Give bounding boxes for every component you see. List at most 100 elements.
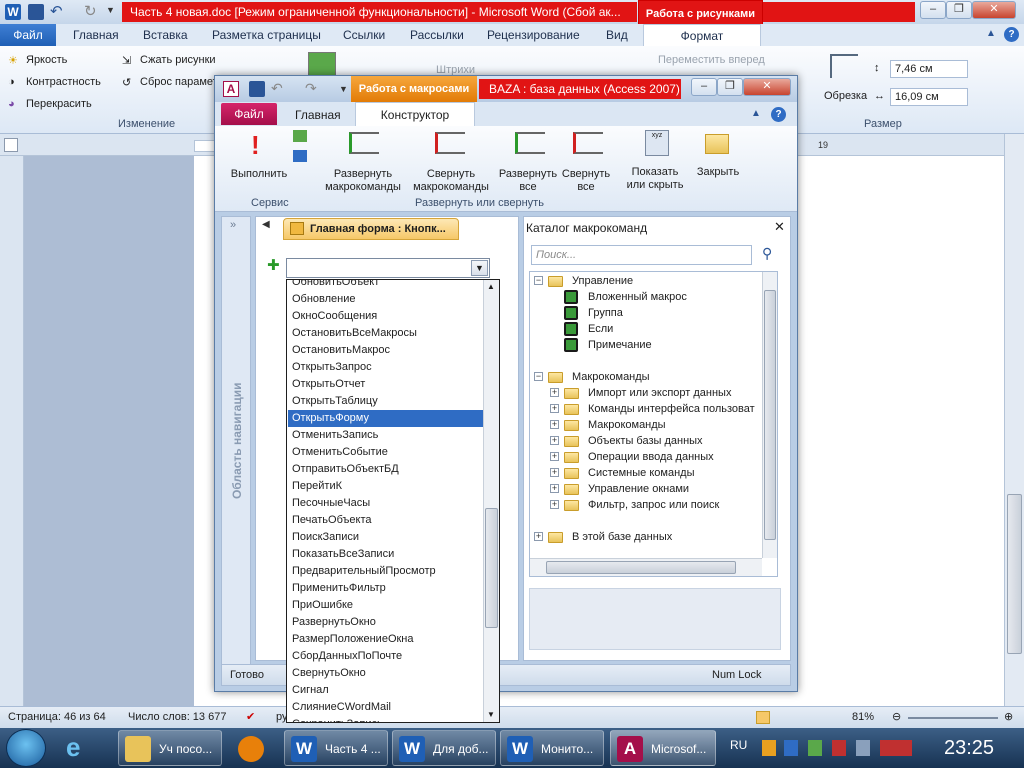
- dropdown-item[interactable]: ПриОшибке: [288, 597, 483, 614]
- clock[interactable]: 23:25: [944, 737, 994, 760]
- internet-explorer-icon[interactable]: e: [66, 732, 80, 763]
- tree-node-control[interactable]: Управление: [572, 273, 633, 289]
- brightness-button[interactable]: Яркость: [26, 54, 67, 66]
- taskbar-item-word-2[interactable]: W Для доб...: [392, 730, 496, 766]
- word-app-icon[interactable]: W: [5, 4, 21, 20]
- word-close-button[interactable]: ✕: [972, 1, 1016, 19]
- crop-button[interactable]: Обрезка: [824, 90, 867, 102]
- dropdown-item[interactable]: ОстановитьМакрос: [288, 342, 483, 359]
- customize-qat-icon[interactable]: ▼: [106, 5, 115, 15]
- dropdown-item[interactable]: ОкноСообщения: [288, 308, 483, 325]
- ribbon-minimize-icon[interactable]: ▲: [751, 108, 761, 119]
- tree-node-import-export[interactable]: Импорт или экспорт данных: [588, 385, 731, 401]
- dropdown-item[interactable]: ПредварительныйПросмотр: [288, 563, 483, 580]
- dropdown-item[interactable]: Сигнал: [288, 682, 483, 699]
- tree-node-db-objects[interactable]: Объекты базы данных: [588, 433, 703, 449]
- dropdown-item[interactable]: ПоискЗаписи: [288, 529, 483, 546]
- expand-icon[interactable]: +: [550, 436, 559, 445]
- tray-icons[interactable]: [762, 740, 912, 756]
- language-indicator[interactable]: RU: [730, 738, 747, 752]
- redo-icon[interactable]: ↷: [305, 80, 317, 97]
- word-tab-file[interactable]: Файл: [0, 24, 56, 46]
- tree-node-nested-macro[interactable]: Вложенный макрос: [588, 289, 687, 305]
- dropdown-item[interactable]: РазвернутьОкно: [288, 614, 483, 631]
- taskbar-item-folder[interactable]: Уч посо...: [118, 730, 222, 766]
- tree-node-macro-commands[interactable]: Макрокоманды: [588, 417, 666, 433]
- scroll-up-icon[interactable]: ▲: [487, 282, 495, 291]
- word-maximize-button[interactable]: ❐: [946, 1, 972, 19]
- dropdown-item[interactable]: СохранитьЗапись: [288, 716, 483, 722]
- access-app-icon[interactable]: A: [223, 81, 239, 97]
- spellcheck-icon[interactable]: ✔: [246, 710, 255, 723]
- expand-icon[interactable]: +: [550, 404, 559, 413]
- doc-tab-main-form[interactable]: Главная форма : Кнопк...: [283, 218, 459, 240]
- collapse-actions-button[interactable]: Свернуть макрокоманды: [409, 168, 493, 194]
- tree-node-data-entry[interactable]: Операции ввода данных: [588, 449, 714, 465]
- status-word-count[interactable]: Число слов: 13 677: [128, 711, 226, 723]
- scroll-down-icon[interactable]: ▼: [487, 710, 495, 719]
- zoom-slider[interactable]: [908, 717, 998, 719]
- word-minimize-button[interactable]: –: [920, 1, 946, 19]
- undo-icon[interactable]: ↶: [271, 80, 283, 97]
- dropdown-item[interactable]: СборДанныхПоПочте: [288, 648, 483, 665]
- word-tab-home[interactable]: Главная: [73, 28, 119, 42]
- tree-node-group[interactable]: Группа: [588, 305, 623, 321]
- reset-picture-button[interactable]: Сброс парамет: [140, 76, 218, 88]
- dropdown-item[interactable]: ОткрытьЗапрос: [288, 359, 483, 376]
- word-tab-view[interactable]: Вид: [606, 28, 628, 42]
- word-tab-page-layout[interactable]: Разметка страницы: [212, 28, 321, 42]
- word-tab-insert[interactable]: Вставка: [143, 28, 188, 42]
- single-step-icon[interactable]: [293, 130, 307, 142]
- dropdown-item[interactable]: ОтправитьОбъектБД: [288, 461, 483, 478]
- dropdown-item[interactable]: СвернутьОкно: [288, 665, 483, 682]
- ribbon-minimize-icon[interactable]: ▲: [986, 28, 996, 39]
- media-player-icon[interactable]: [238, 736, 264, 762]
- start-button[interactable]: [6, 729, 46, 767]
- tree-node-ui-commands[interactable]: Команды интерфейса пользоват: [588, 401, 755, 417]
- dropdown-scrollbar[interactable]: ▲ ▼: [483, 280, 499, 722]
- tree-node-comment[interactable]: Примечание: [588, 337, 652, 353]
- status-page[interactable]: Страница: 46 из 64: [8, 711, 106, 723]
- dropdown-item[interactable]: ОткрытьОтчет: [288, 376, 483, 393]
- add-action-icon[interactable]: ✚: [267, 256, 280, 274]
- dropdown-item[interactable]: СлияниеCWordMail: [288, 699, 483, 716]
- access-tab-home[interactable]: Главная: [295, 108, 341, 122]
- taskbar-item-access[interactable]: A Microsof...: [610, 730, 716, 766]
- tab-scroll-left-icon[interactable]: ◀: [262, 219, 270, 230]
- customize-qat-icon[interactable]: ▼: [339, 84, 348, 94]
- taskbar-item-word-3[interactable]: W Монито...: [500, 730, 604, 766]
- help-icon[interactable]: ?: [771, 107, 786, 122]
- tree-node-if[interactable]: Если: [588, 321, 613, 337]
- undo-icon[interactable]: ↶: [50, 2, 63, 20]
- ruler-tab-selector[interactable]: [4, 138, 18, 152]
- scroll-thumb[interactable]: [485, 508, 498, 628]
- dropdown-item[interactable]: ОбновитьОбъект: [288, 280, 483, 291]
- collapse-icon[interactable]: −: [534, 372, 543, 381]
- expand-actions-button[interactable]: Развернуть макрокоманды: [321, 168, 405, 194]
- dropdown-arrow-icon[interactable]: ▼: [471, 260, 488, 276]
- scroll-thumb[interactable]: [1007, 494, 1022, 654]
- save-icon[interactable]: [249, 81, 265, 97]
- action-dropdown-list[interactable]: ОбновитьОбъект Обновление ОкноСообщения Ост…: [286, 279, 500, 723]
- expand-icon[interactable]: +: [534, 532, 543, 541]
- contrast-button[interactable]: Контрастность: [26, 76, 101, 88]
- dropdown-item[interactable]: ПерейтиК: [288, 478, 483, 495]
- expand-icon[interactable]: +: [550, 452, 559, 461]
- expand-icon[interactable]: +: [550, 500, 559, 509]
- collapse-all-button[interactable]: Свернуть все: [559, 168, 613, 194]
- zoom-out-icon[interactable]: ⊖: [892, 710, 901, 723]
- show-hide-button[interactable]: Показать или скрыть: [619, 166, 691, 192]
- dropdown-item[interactable]: ОтменитьСобытие: [288, 444, 483, 461]
- height-input[interactable]: 7,46 см: [890, 60, 968, 78]
- word-tab-format[interactable]: Формат: [643, 24, 761, 47]
- dropdown-item[interactable]: ПрименитьФильтр: [288, 580, 483, 597]
- zoom-in-icon[interactable]: ⊕: [1004, 710, 1013, 723]
- tree-node-actions[interactable]: Макрокоманды: [572, 369, 650, 385]
- dropdown-item[interactable]: ОстановитьВсеМакросы: [288, 325, 483, 342]
- word-tab-review[interactable]: Рецензирование: [487, 28, 580, 42]
- scroll-thumb[interactable]: [764, 290, 776, 540]
- tree-node-window-management[interactable]: Управление окнами: [588, 481, 689, 497]
- word-vertical-scrollbar[interactable]: [1004, 134, 1024, 706]
- compress-pictures-button[interactable]: Сжать рисунки: [140, 54, 216, 66]
- dropdown-item[interactable]: Обновление: [288, 291, 483, 308]
